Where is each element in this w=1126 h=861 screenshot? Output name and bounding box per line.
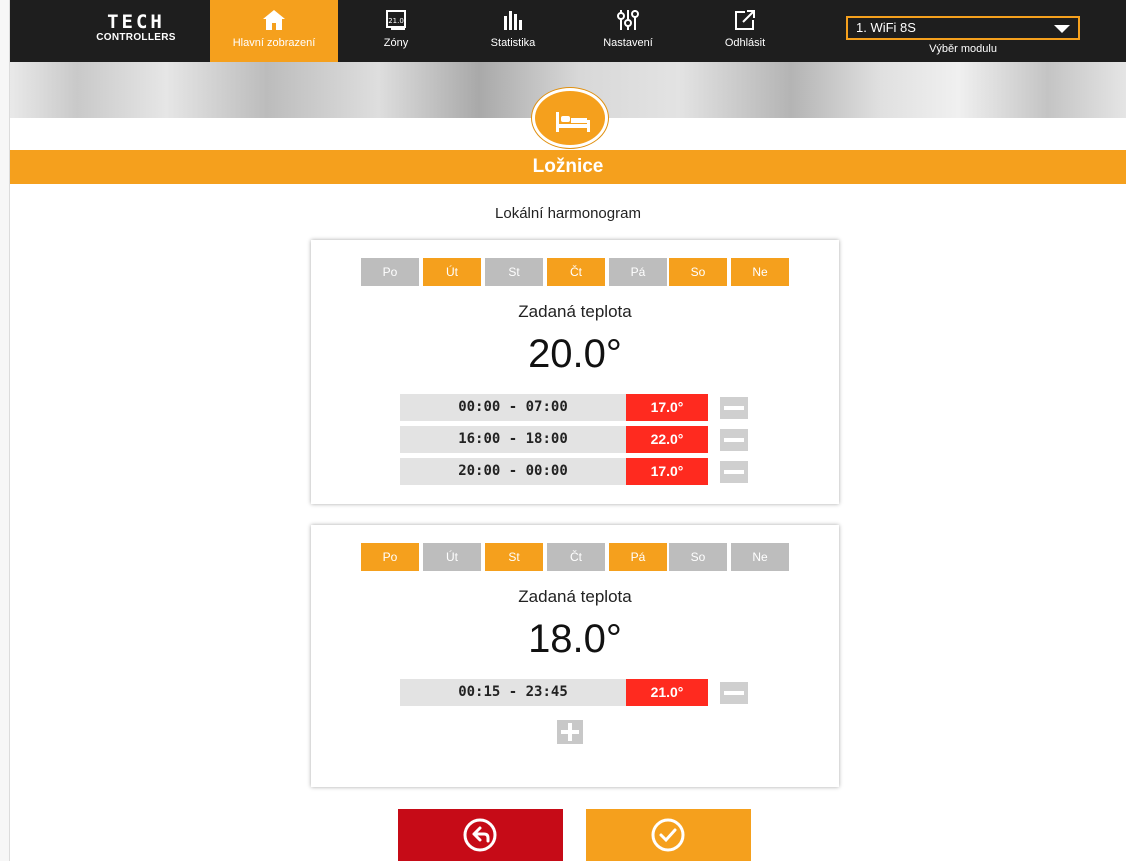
- zones-badge: 21.0: [388, 17, 404, 25]
- nav-zones[interactable]: 21.0 Zóny: [372, 0, 420, 62]
- day-toggle-ct[interactable]: Čt: [547, 258, 605, 286]
- remove-slot-button[interactable]: [720, 461, 748, 483]
- day-toggle-po[interactable]: Po: [361, 543, 419, 571]
- time-slot-temperature[interactable]: 22.0°: [626, 426, 708, 453]
- logo-subtext: CONTROLLERS: [96, 32, 176, 43]
- nav-main-view-label: Hlavní zobrazení: [232, 37, 316, 49]
- module-select[interactable]: 1. WiFi 8S: [846, 16, 1080, 40]
- time-slot-range[interactable]: 00:00 - 07:00: [400, 394, 626, 421]
- day-toggle-ut[interactable]: Út: [423, 543, 481, 571]
- day-toggle-st[interactable]: St: [485, 543, 543, 571]
- schedule-card: Po Út St Čt Pá So Ne Zadaná teplota 20.0…: [311, 240, 839, 504]
- add-slot-button[interactable]: [557, 720, 583, 744]
- time-slot-range[interactable]: 20:00 - 00:00: [400, 458, 626, 485]
- bed-icon: [556, 112, 590, 132]
- set-temperature-label: Zadaná teplota: [518, 587, 632, 606]
- day-toggle-pa[interactable]: Pá: [609, 258, 667, 286]
- chevron-down-icon: [1054, 25, 1070, 33]
- schedule-card: Po Út St Čt Pá So Ne Zadaná teplota 18.0…: [311, 525, 839, 787]
- day-toggle-ne[interactable]: Ne: [731, 258, 789, 286]
- day-toggle-ne[interactable]: Ne: [731, 543, 789, 571]
- time-slot-temperature[interactable]: 17.0°: [626, 458, 708, 485]
- zone-title: Ložnice: [532, 156, 604, 177]
- day-toggle-ct[interactable]: Čt: [547, 543, 605, 571]
- nav-zones-label: Zóny: [383, 37, 409, 49]
- nav-settings-label: Nastavení: [603, 37, 653, 49]
- zone-icon-badge: [532, 88, 608, 148]
- set-temperature-value[interactable]: 18.0°: [311, 617, 839, 662]
- remove-slot-button[interactable]: [720, 682, 748, 704]
- module-select-label: Výběr modulu: [929, 43, 997, 55]
- statistics-icon: [504, 11, 522, 30]
- nav-statistics-label: Statistika: [490, 37, 536, 49]
- top-navigation-bar: TECH CONTROLLERS Hlavní zobrazení 21.0 Z…: [10, 0, 1126, 62]
- left-edge: [0, 0, 10, 861]
- day-toggle-po[interactable]: Po: [361, 258, 419, 286]
- nav-settings[interactable]: Nastavení: [592, 0, 664, 62]
- back-button[interactable]: [398, 809, 563, 861]
- zones-icon: 21.0: [386, 10, 406, 30]
- zone-title-bar: Ložnice: [10, 150, 1126, 184]
- module-select-value: 1. WiFi 8S: [856, 20, 916, 35]
- time-slot-range[interactable]: 16:00 - 18:00: [400, 426, 626, 453]
- day-toggle-st[interactable]: St: [485, 258, 543, 286]
- set-temperature-label: Zadaná teplota: [518, 302, 632, 321]
- logout-icon: [735, 10, 755, 30]
- day-toggle-so[interactable]: So: [669, 543, 727, 571]
- nav-statistics[interactable]: Statistika: [478, 0, 548, 62]
- nav-logout[interactable]: Odhlásit: [710, 0, 780, 62]
- day-selector: Po Út St Čt Pá So Ne: [361, 258, 789, 286]
- set-temperature-value[interactable]: 20.0°: [311, 332, 839, 377]
- remove-slot-button[interactable]: [720, 397, 748, 419]
- time-slot-temperature[interactable]: 21.0°: [626, 679, 708, 706]
- remove-slot-button[interactable]: [720, 429, 748, 451]
- checkmark-icon: [651, 818, 685, 852]
- nav-main-view[interactable]: Hlavní zobrazení: [210, 0, 338, 62]
- time-slot-range[interactable]: 00:15 - 23:45: [400, 679, 626, 706]
- logo-text: TECH: [107, 11, 165, 33]
- day-selector: Po Út St Čt Pá So Ne: [361, 543, 789, 571]
- schedule-subtitle: Lokální harmonogram: [495, 205, 641, 222]
- home-icon: [263, 10, 285, 30]
- nav-logout-label: Odhlásit: [724, 37, 766, 49]
- day-toggle-ut[interactable]: Út: [423, 258, 481, 286]
- day-toggle-so[interactable]: So: [669, 258, 727, 286]
- settings-icon: [617, 10, 639, 30]
- day-toggle-pa[interactable]: Pá: [609, 543, 667, 571]
- tech-controllers-logo: TECH CONTROLLERS: [80, 13, 192, 47]
- back-arrow-icon: [463, 818, 497, 852]
- time-slot-temperature[interactable]: 17.0°: [626, 394, 708, 421]
- confirm-button[interactable]: [586, 809, 751, 861]
